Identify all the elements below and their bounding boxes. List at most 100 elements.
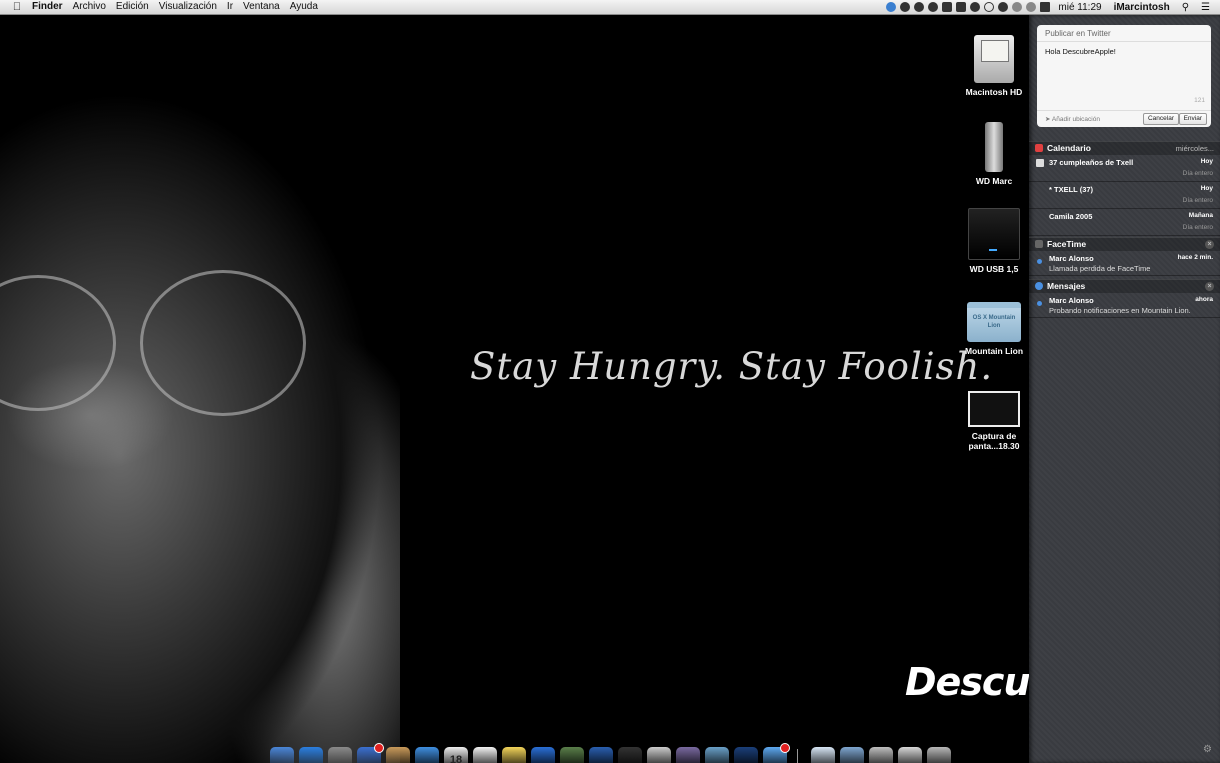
applications-folder-icon[interactable] [840, 747, 864, 763]
kindle-icon[interactable] [618, 747, 642, 763]
quill-icon[interactable] [676, 747, 700, 763]
watermark-logo: DescubreApple [905, 660, 1029, 704]
desktop-icon-label: WD Marc [975, 176, 1013, 186]
spotlight-icon[interactable]: ⚲ [1182, 2, 1189, 13]
notification-center-icon[interactable]: ☰ [1201, 2, 1210, 13]
event-title: * TXELL (37) [1049, 185, 1094, 194]
menu-archivo[interactable]: Archivo [73, 0, 106, 14]
menu-edicion[interactable]: Edición [116, 0, 149, 14]
unread-dot-icon [1037, 259, 1042, 264]
record-status-icon[interactable] [928, 2, 939, 12]
messages-header[interactable]: Mensajes × [1029, 279, 1220, 293]
cloud-status-icon[interactable] [914, 2, 925, 12]
calendar-event[interactable]: 37 cumpleaños de Txell Hoy Día entero [1029, 155, 1220, 182]
app-store-icon[interactable] [299, 747, 323, 763]
heart-status-icon[interactable] [984, 2, 995, 12]
desktop-icon-label: Macintosh HD [965, 87, 1023, 97]
facetime-title: FaceTime [1047, 239, 1087, 249]
menubar-user[interactable]: iMarcintosh [1114, 2, 1170, 13]
notes-icon[interactable] [502, 747, 526, 763]
clipboard-status-icon[interactable] [956, 2, 967, 12]
calendar-day-label: 18 [449, 754, 463, 763]
wallpaper-quote: Stay Hungry. Stay Foolish. [470, 345, 994, 388]
notification-badge [374, 743, 384, 753]
desktop-icon-mountain-lion[interactable]: OS X Mountain Lion Mountain Lion [959, 302, 1029, 356]
notification-sender: Marc Alonso [1049, 296, 1094, 305]
notification-time: ahora [1195, 296, 1213, 303]
reminders-icon[interactable] [473, 747, 497, 763]
dock-separator [797, 749, 798, 763]
itunes-icon[interactable] [531, 747, 555, 763]
event-when: Hoy [1200, 185, 1213, 192]
menu-visualizacion[interactable]: Visualización [159, 0, 217, 14]
gear-icon[interactable]: ⚙ [1203, 744, 1212, 755]
notification-sender: Marc Alonso [1049, 254, 1094, 263]
calendar-header[interactable]: Calendario miércoles... [1029, 141, 1220, 155]
gift-icon [1036, 159, 1044, 167]
safari-icon[interactable] [415, 747, 439, 763]
folder-icon: OS X Mountain Lion [967, 302, 1021, 342]
messages-notification[interactable]: Marc Alonso ahora Probando notificacione… [1029, 293, 1220, 318]
trash-icon[interactable] [927, 747, 951, 763]
desktop-icon-macintosh-hd[interactable]: Macintosh HD [959, 35, 1029, 97]
close-icon[interactable]: × [1205, 240, 1214, 249]
add-location-button[interactable]: ➤ Añadir ubicación [1045, 115, 1100, 123]
calendar-icon [1035, 144, 1043, 152]
calendar-title: Calendario [1047, 143, 1091, 153]
cancel-button[interactable]: Cancelar [1142, 113, 1179, 125]
volume-icon[interactable] [1040, 2, 1051, 12]
twitter-widget-footer: ➤ Añadir ubicación Cancelar Enviar [1037, 110, 1211, 127]
pixelmator-icon[interactable] [357, 743, 384, 763]
bluetooth-icon[interactable] [1026, 2, 1037, 12]
finder-icon[interactable] [270, 747, 294, 763]
word-icon[interactable] [589, 747, 613, 763]
desktop-icon-wd-usb[interactable]: WD USB 1,5 [959, 208, 1029, 274]
calendar-event[interactable]: * TXELL (37) Hoy Día entero [1029, 182, 1220, 209]
wifi-status-icon[interactable] [942, 2, 953, 12]
desktop-icon-label: Captura de panta...18.30 [968, 431, 1020, 451]
mouse-icon[interactable] [647, 747, 671, 763]
menu-finder[interactable]: Finder [32, 0, 63, 14]
menu-ir[interactable]: Ir [227, 0, 233, 14]
hard-drive-icon [974, 35, 1014, 83]
keyboard-viewer-icon[interactable] [811, 747, 835, 763]
downloads-folder-icon[interactable] [898, 747, 922, 763]
time-machine-icon[interactable] [1012, 2, 1023, 12]
event-title: Camila 2005 [1049, 212, 1093, 221]
desktop-icon-wd-marc[interactable]: WD Marc [959, 122, 1029, 186]
facetime-notification[interactable]: Marc Alonso hace 2 min. Llamada perdida … [1029, 251, 1220, 276]
vpn-status-icon[interactable] [900, 2, 911, 12]
contacts-icon[interactable] [386, 747, 410, 763]
glasses-right-lens [140, 270, 306, 416]
photos-folder-icon[interactable] [869, 747, 893, 763]
menu-bar:  Finder Archivo Edición Visualización I… [0, 0, 1220, 15]
send-button[interactable]: Enviar [1178, 113, 1207, 125]
launchpad-icon[interactable] [328, 747, 352, 763]
menu-ayuda[interactable]: Ayuda [290, 0, 318, 14]
apple-menu-icon[interactable]:  [10, 0, 24, 14]
calendar-event[interactable]: Camila 2005 Mañana Día entero [1029, 209, 1220, 236]
add-location-label: Añadir ubicación [1051, 116, 1100, 123]
facetime-icon [1035, 240, 1043, 248]
preview-icon[interactable] [705, 747, 729, 763]
menu-ventana[interactable]: Ventana [243, 0, 280, 14]
menubar-clock[interactable]: mié 11:29 [1058, 2, 1101, 13]
calendar-icon[interactable]: 18 [444, 747, 468, 763]
sync-status-icon[interactable] [886, 2, 897, 12]
desktop-icon-screenshot[interactable]: Captura de panta...18.30 [959, 391, 1029, 451]
photoshop-icon[interactable] [734, 747, 758, 763]
facetime-header[interactable]: FaceTime × [1029, 237, 1220, 251]
usb-drive-icon [968, 208, 1020, 260]
event-title: 37 cumpleaños de Txell [1049, 158, 1134, 167]
desktop-icon-label: WD USB 1,5 [969, 264, 1019, 274]
eye-status-icon[interactable] [970, 2, 981, 12]
notification-badge [780, 743, 790, 753]
iphoto-icon[interactable] [560, 747, 584, 763]
close-icon[interactable]: × [1205, 282, 1214, 291]
tweet-text-field[interactable]: Hola DescubreApple! [1037, 42, 1211, 90]
refresh-status-icon[interactable] [998, 2, 1009, 12]
messages-icon[interactable] [763, 743, 790, 763]
glasses-left-lens [0, 275, 116, 411]
notification-center: Publicar en Twitter Hola DescubreApple! … [1029, 15, 1220, 763]
char-count: 121 [1194, 97, 1205, 104]
